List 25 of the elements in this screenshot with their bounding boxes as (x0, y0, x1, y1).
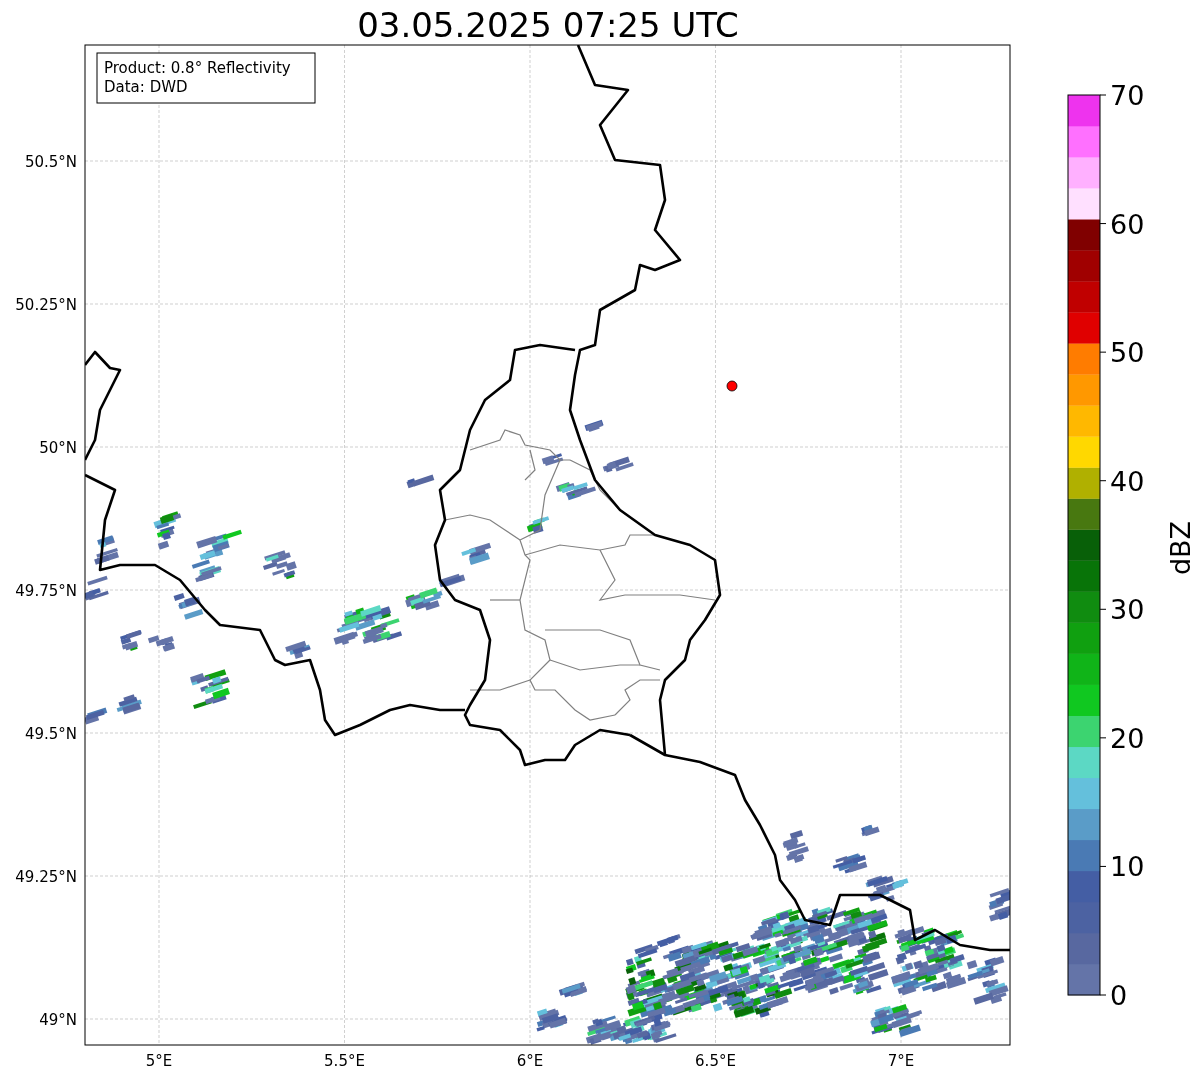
longitude-label: 6.5°E (695, 1052, 736, 1070)
colorbar-tick-label: 10 (1110, 851, 1145, 883)
longitude-label: 7°E (887, 1052, 915, 1070)
latitude-label: 50.25°N (15, 296, 77, 314)
colorbar-tick-label: 0 (1110, 980, 1128, 1011)
chart-title: 03.05.2025 07:25 UTC (357, 5, 739, 45)
colorbar-tick-label: 30 (1110, 594, 1145, 626)
colorbar-unit-label: dBZ (1165, 520, 1196, 576)
latitude-label: 49.5°N (24, 725, 77, 743)
longitude-label: 5.5°E (324, 1052, 365, 1070)
latitude-label: 49.25°N (15, 868, 77, 886)
longitude-label: 5°E (145, 1052, 173, 1070)
colorbar-tick-label: 60 (1110, 208, 1145, 240)
latitude-label: 49°N (39, 1011, 77, 1029)
info-text: Product: 0.8° Reflectivity (104, 59, 291, 77)
colorbar-tick-label: 50 (1110, 337, 1145, 369)
radar-site-marker (726, 380, 738, 392)
colorbar-tick-label: 20 (1110, 722, 1145, 754)
latitude-label: 49.75°N (15, 582, 77, 600)
latitude-label: 50.5°N (24, 153, 77, 171)
info-text: Data: DWD (104, 78, 188, 96)
colorbar-tick-label: 70 (1110, 80, 1145, 111)
longitude-label: 6°E (516, 1052, 544, 1070)
colorbar-tick-label: 40 (1110, 465, 1145, 497)
latitude-label: 50°N (39, 439, 77, 457)
